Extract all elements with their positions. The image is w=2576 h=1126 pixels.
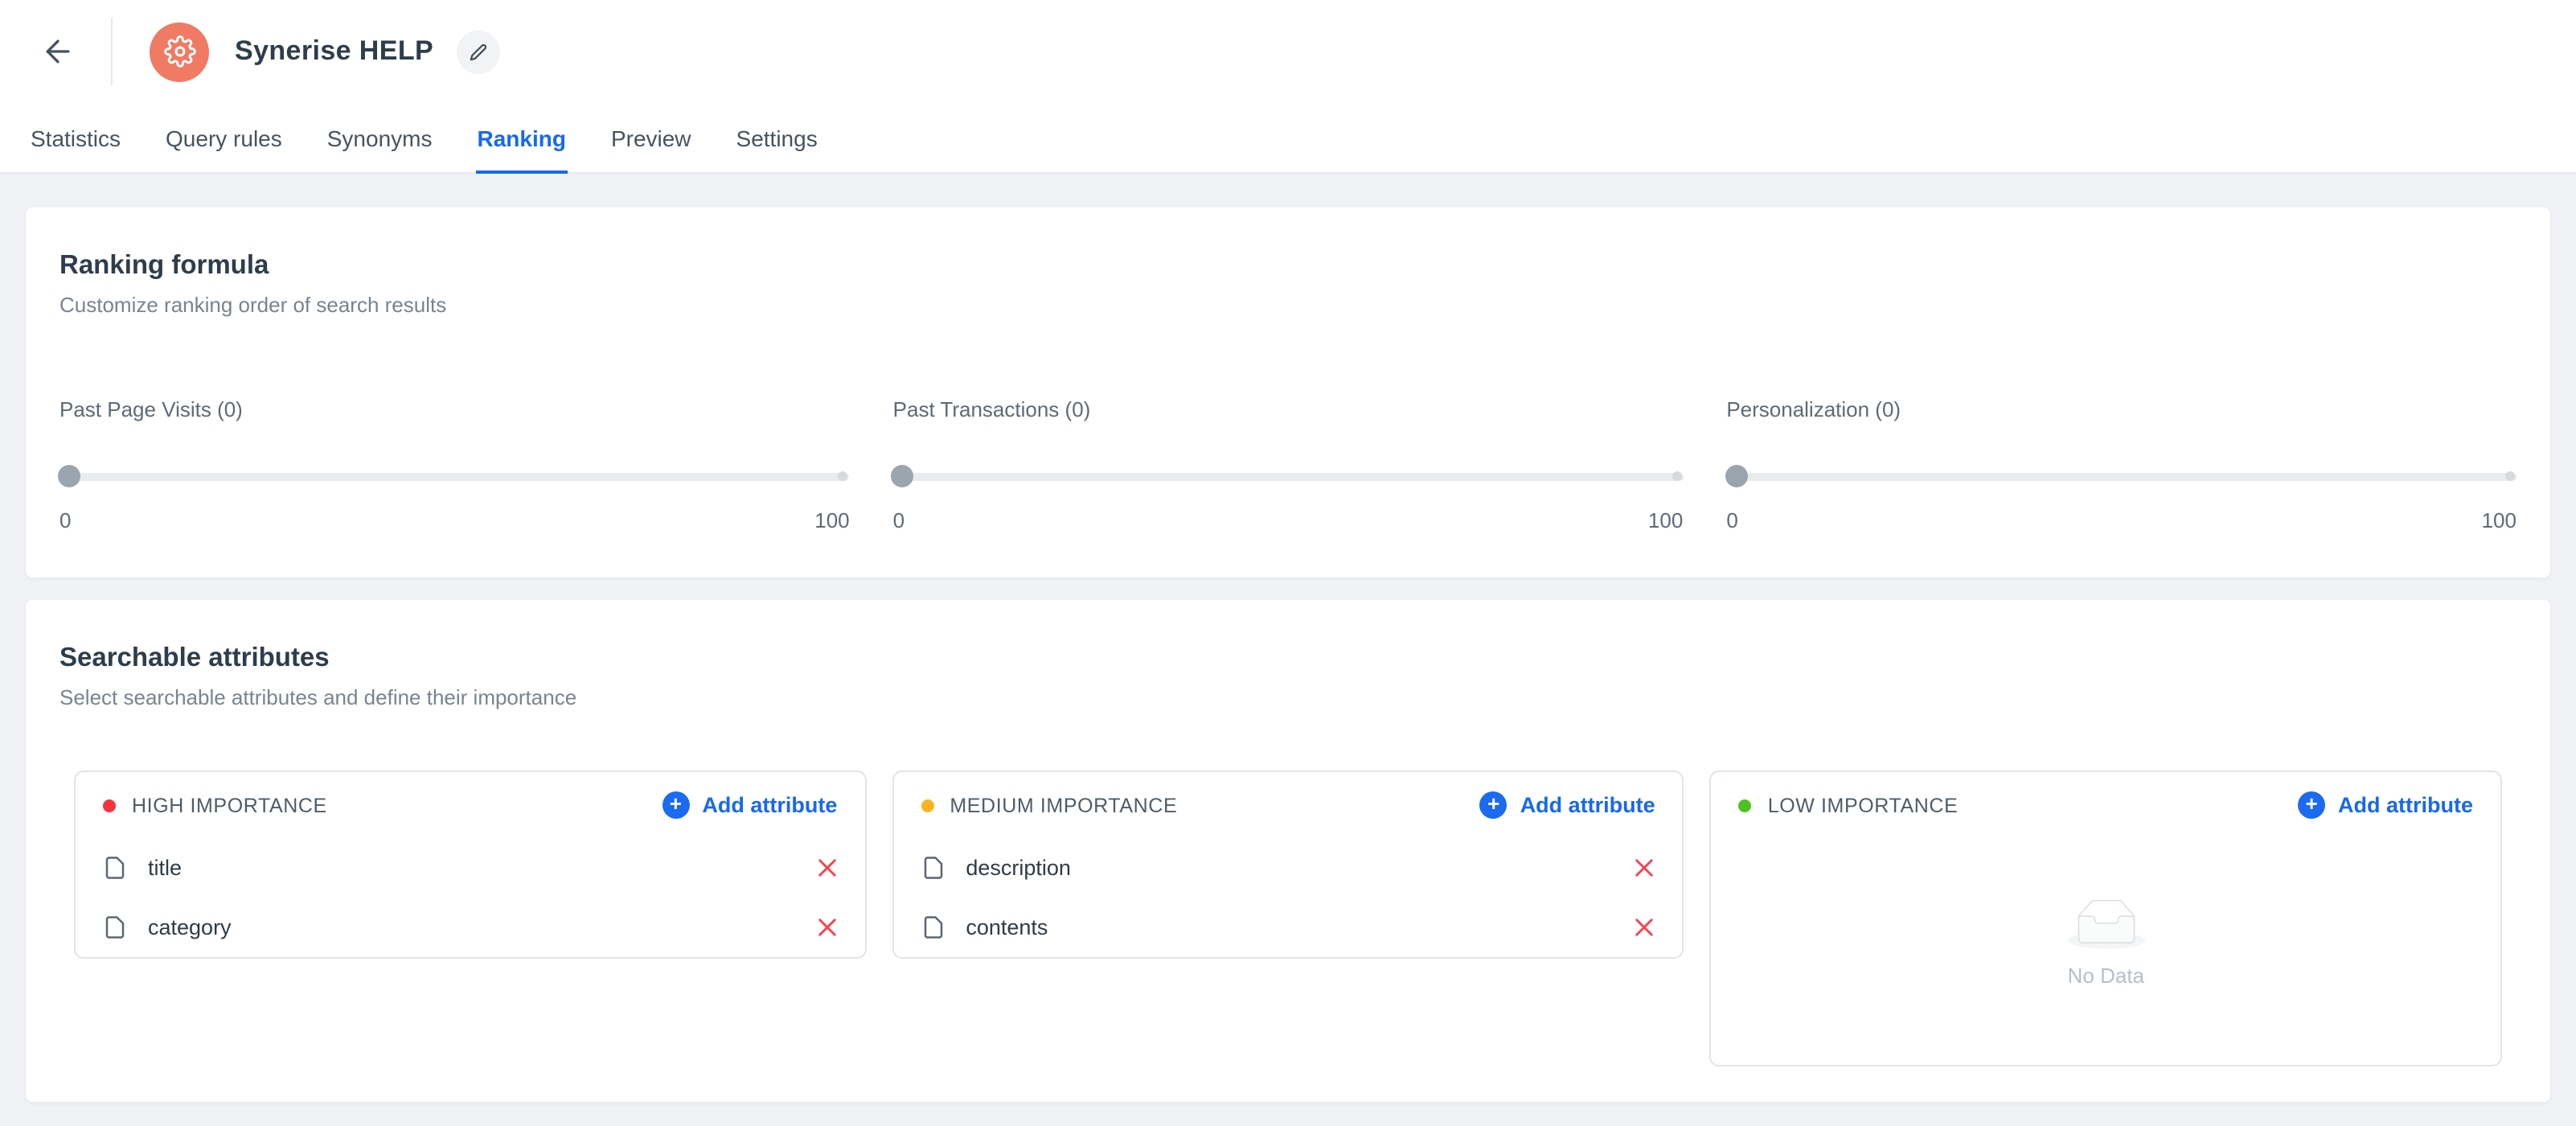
edit-title-button[interactable] [456,30,500,73]
attribute-name: category [148,915,232,939]
slider-track[interactable] [1725,465,2517,487]
slider-handle[interactable] [1725,465,1748,487]
back-button[interactable] [29,23,87,80]
medium-importance-dot [921,799,934,812]
x-icon [816,917,837,938]
remove-attribute-button[interactable] [816,917,837,938]
main-content: Ranking formula Customize ranking order … [0,174,2576,1102]
slider-max-label: 100 [814,508,850,532]
importance-group-low: LOW IMPORTANCE + Add attribute No Data [1709,771,2503,1066]
add-attribute-button[interactable]: + Add attribute [2298,791,2473,819]
attribute-name: description [966,856,1071,880]
slider-handle[interactable] [58,465,80,487]
slider-scale: 0 100 [59,508,850,532]
header-top-bar: Synerise HELP [0,0,2576,103]
pencil-icon [469,43,486,60]
add-attribute-button[interactable]: + Add attribute [1479,791,1655,819]
group-title: MEDIUM IMPORTANCE [950,794,1178,816]
slider-max-dot [2504,471,2515,481]
page-header: Synerise HELP Statistics Query rules Syn… [0,0,2576,174]
slider-rail [59,472,850,480]
slider-max-label: 100 [2481,508,2517,532]
tab-preview[interactable]: Preview [609,103,693,174]
x-icon [1635,857,1655,878]
section-subtitle: Select searchable attributes and define … [59,685,577,709]
slider-past-page-visits: Past Page Visits (0) 0 100 [58,397,850,532]
group-title: LOW IMPORTANCE [1767,794,1959,816]
remove-attribute-button[interactable] [1635,917,1655,938]
group-header: HIGH IMPORTANCE + Add attribute [76,772,864,838]
index-avatar [150,22,209,81]
attribute-row: category [76,898,864,957]
high-importance-dot [103,799,116,812]
document-icon [103,915,127,939]
slider-personalization: Personalization (0) 0 100 [1725,397,2517,532]
plus-icon: + [1479,791,1507,819]
add-attribute-button[interactable]: + Add attribute [662,791,837,819]
slider-handle[interactable] [891,465,914,487]
plus-icon: + [2298,791,2326,819]
empty-state: No Data [1712,838,2500,1065]
arrow-left-icon [40,34,76,69]
group-header: MEDIUM IMPORTANCE + Add attribute [893,772,1682,838]
add-attribute-label: Add attribute [2338,793,2474,817]
section-subtitle: Customize ranking order of search result… [59,293,447,317]
low-importance-dot [1738,799,1752,812]
no-data-label: No Data [2067,964,2145,988]
slider-min-label: 0 [892,508,905,532]
plus-icon: + [662,791,690,819]
x-icon [816,857,837,878]
slider-scale: 0 100 [1726,508,2517,532]
attribute-name: title [148,856,183,880]
slider-max-dot [1672,471,1682,481]
tab-statistics[interactable]: Statistics [29,103,122,174]
importance-group-medium: MEDIUM IMPORTANCE + Add attribute descri… [892,771,1684,959]
remove-attribute-button[interactable] [1635,857,1655,878]
slider-label: Personalization (0) [1726,397,1901,421]
ranking-formula-card: Ranking formula Customize ranking order … [26,208,2550,577]
attribute-row: description [893,838,1682,898]
slider-min-label: 0 [59,508,72,532]
slider-past-transactions: Past Transactions (0) 0 100 [891,397,1684,532]
attribute-name: contents [966,915,1048,939]
section-title: Ranking formula [59,251,269,280]
tab-ranking[interactable]: Ranking [475,103,568,174]
slider-track[interactable] [58,465,850,487]
slider-label: Past Page Visits (0) [59,397,243,421]
document-icon [103,856,127,880]
document-icon [921,856,945,880]
attribute-row: contents [893,898,1682,957]
empty-inbox-icon [2067,899,2145,949]
x-icon [1635,917,1655,938]
slider-max-label: 100 [1647,508,1684,532]
slider-rail [1726,472,2517,480]
slider-label: Past Transactions (0) [892,397,1091,421]
importance-groups-row: HIGH IMPORTANCE + Add attribute title ca… [74,771,2503,1066]
slider-min-label: 0 [1726,508,1738,532]
slider-scale: 0 100 [893,508,1684,532]
group-header: LOW IMPORTANCE + Add attribute [1712,772,2500,838]
tab-settings[interactable]: Settings [735,103,819,174]
add-attribute-label: Add attribute [1520,793,1655,817]
page-title: Synerise HELP [235,35,434,66]
slider-rail [892,472,1684,480]
add-attribute-label: Add attribute [702,793,838,817]
attribute-row: title [76,838,864,898]
gear-icon [163,35,195,68]
sliders-row: Past Page Visits (0) 0 100 Past Transact… [58,397,2517,532]
tab-synonyms[interactable]: Synonyms [326,103,434,174]
header-divider [111,18,113,85]
slider-track[interactable] [891,465,1684,487]
document-icon [921,915,945,939]
tab-bar: Statistics Query rules Synonyms Ranking … [0,103,2576,174]
searchable-attributes-card: Searchable attributes Select searchable … [26,600,2550,1102]
search-config-page: Synerise HELP Statistics Query rules Syn… [0,0,2576,1126]
importance-group-high: HIGH IMPORTANCE + Add attribute title ca… [74,771,867,959]
group-title: HIGH IMPORTANCE [132,794,327,816]
remove-attribute-button[interactable] [816,857,837,878]
section-title: Searchable attributes [59,643,330,672]
tab-query-rules[interactable]: Query rules [164,103,284,174]
